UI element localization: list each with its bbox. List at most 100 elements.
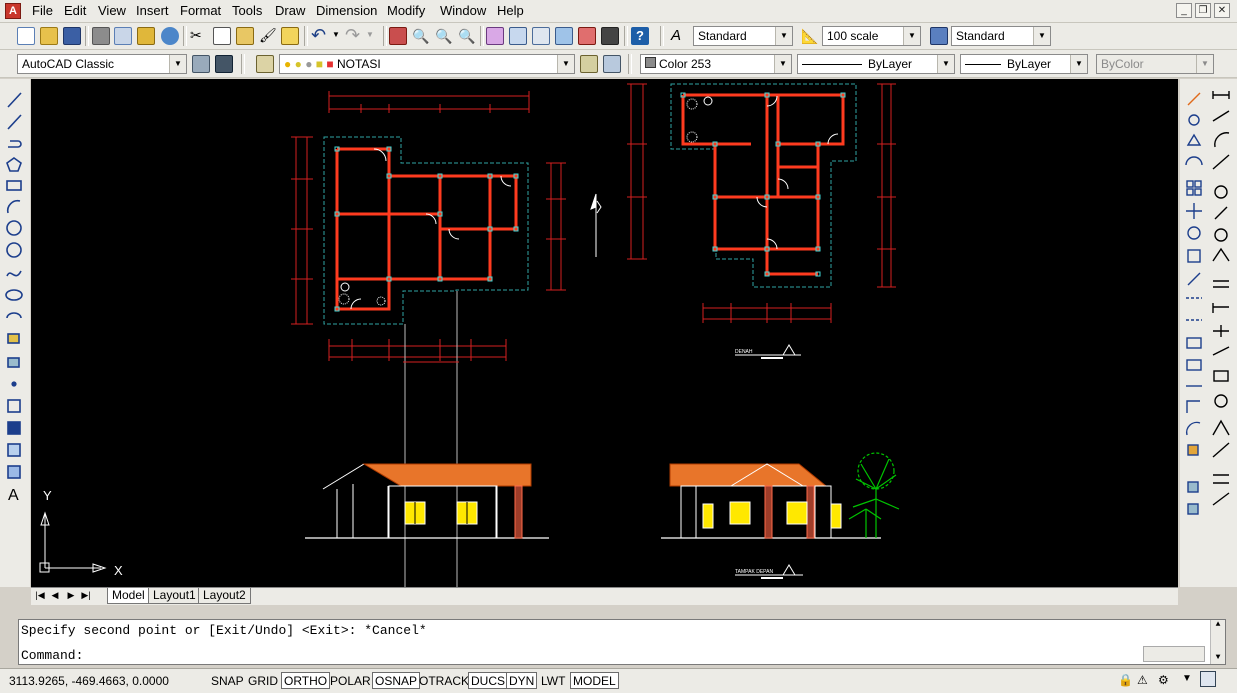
snap-toggle[interactable]: SNAP bbox=[208, 672, 247, 689]
menu-tools[interactable]: Tools bbox=[232, 3, 262, 18]
3d-dwf-icon[interactable] bbox=[161, 27, 179, 45]
table-style-icon[interactable] bbox=[930, 27, 948, 45]
save-icon[interactable] bbox=[63, 27, 81, 45]
coordinates-display[interactable]: 3113.9265, -469.4663, 0.0000 bbox=[4, 672, 204, 689]
help-icon[interactable]: ? bbox=[631, 27, 649, 45]
zoom-realtime-icon[interactable]: 🔍 bbox=[412, 27, 430, 45]
menu-window[interactable]: Window bbox=[440, 3, 486, 18]
model-toggle[interactable]: MODEL bbox=[570, 672, 619, 689]
lightbulb-icon: ● bbox=[284, 57, 292, 71]
publish-icon[interactable] bbox=[137, 27, 155, 45]
workspace-settings-icon[interactable] bbox=[192, 55, 210, 73]
osnap-toggle[interactable]: OSNAP bbox=[372, 672, 421, 689]
circle-icon bbox=[6, 220, 22, 236]
status-menu-icon[interactable]: ▼ bbox=[1182, 673, 1192, 684]
menu-format[interactable]: Format bbox=[180, 3, 221, 18]
draworder-back-icon bbox=[1187, 503, 1199, 515]
ducs-toggle[interactable]: DUCS bbox=[468, 672, 509, 689]
otrack-toggle[interactable]: OTRACK bbox=[416, 672, 472, 689]
menu-draw[interactable]: Draw bbox=[275, 3, 305, 18]
cut-icon[interactable]: ✂ bbox=[190, 27, 208, 45]
tab-layout1[interactable]: Layout1 bbox=[148, 588, 201, 604]
clean-screen-icon[interactable] bbox=[1200, 671, 1216, 687]
menu-modify[interactable]: Modify bbox=[387, 3, 425, 18]
design-center-icon[interactable] bbox=[509, 27, 527, 45]
chevron-down-icon: ▼ bbox=[903, 27, 920, 45]
dimension-style-icon bbox=[1212, 492, 1230, 506]
command-hscroll[interactable] bbox=[1143, 646, 1205, 662]
lock-icon[interactable]: 🔒 bbox=[1118, 673, 1133, 687]
zoom-window-icon[interactable]: 🔍 bbox=[435, 27, 453, 45]
color-select[interactable]: Color 253 ▼ bbox=[640, 54, 792, 74]
dyn-toggle[interactable]: DYN bbox=[506, 672, 538, 689]
restore-icon[interactable]: ❐ bbox=[1195, 3, 1211, 18]
match-properties-icon[interactable]: 🖌 bbox=[259, 27, 277, 45]
text-style-icon[interactable]: A bbox=[671, 27, 689, 45]
pan-realtime-icon[interactable] bbox=[389, 27, 407, 45]
make-current-layer-icon[interactable] bbox=[580, 55, 598, 73]
ortho-toggle[interactable]: ORTHO bbox=[281, 672, 331, 689]
command-prompt[interactable]: Command: bbox=[21, 648, 83, 663]
tool-palettes-icon[interactable] bbox=[532, 27, 550, 45]
layer-properties-icon[interactable] bbox=[256, 55, 274, 73]
table-style-select[interactable]: Standard ▼ bbox=[951, 26, 1051, 46]
open-icon[interactable] bbox=[40, 27, 58, 45]
menu-insert[interactable]: Insert bbox=[136, 3, 169, 18]
zoom-previous-icon[interactable]: 🔍 bbox=[458, 27, 476, 45]
prev-tab-icon[interactable]: ◀ bbox=[48, 589, 62, 602]
horizontal-scrollbar[interactable] bbox=[218, 588, 1178, 603]
save-workspace-icon[interactable] bbox=[215, 55, 233, 73]
arc-length-icon bbox=[1214, 132, 1230, 148]
polygon-icon bbox=[6, 157, 22, 172]
markup-set-manager-icon[interactable] bbox=[578, 27, 596, 45]
lineweight-select[interactable]: ByLayer ▼ bbox=[960, 54, 1088, 74]
text-style-select[interactable]: Standard ▼ bbox=[693, 26, 793, 46]
layer-select[interactable]: ● ● ● ■ ■ NOTASI ▼ bbox=[279, 54, 575, 74]
plot-icon[interactable] bbox=[92, 27, 110, 45]
block-editor-icon[interactable] bbox=[281, 27, 299, 45]
paste-icon[interactable] bbox=[236, 27, 254, 45]
grid-toggle[interactable]: GRID bbox=[245, 672, 281, 689]
communication-center-icon[interactable]: ⚠ bbox=[1137, 673, 1148, 687]
close-icon[interactable]: ✕ bbox=[1214, 3, 1230, 18]
sheet-set-manager-icon[interactable] bbox=[555, 27, 573, 45]
scroll-down-icon[interactable]: ▼ bbox=[1211, 653, 1225, 663]
elevation-right: TAMPAK DEPAN bbox=[661, 452, 900, 579]
tray-settings-icon[interactable]: ⚙ bbox=[1158, 673, 1169, 687]
quickcalc-icon[interactable] bbox=[601, 27, 619, 45]
tolerance-icon bbox=[1213, 370, 1229, 382]
last-tab-icon[interactable]: ▶| bbox=[79, 589, 93, 602]
drawing-canvas[interactable]: DENAH TAMPAK DEPAN Y X bbox=[31, 79, 1178, 587]
menu-help[interactable]: Help bbox=[497, 3, 524, 18]
undo-icon[interactable]: ↶ bbox=[311, 26, 329, 44]
tab-model[interactable]: Model bbox=[107, 588, 150, 604]
properties-icon[interactable] bbox=[486, 27, 504, 45]
dimension-style-icon[interactable]: 📐 bbox=[801, 27, 819, 45]
menu-file[interactable]: File bbox=[32, 3, 53, 18]
first-tab-icon[interactable]: |◀ bbox=[33, 589, 47, 602]
redo-icon[interactable]: ↷ bbox=[345, 26, 363, 44]
menu-dimension[interactable]: Dimension bbox=[316, 3, 377, 18]
menu-edit[interactable]: Edit bbox=[64, 3, 86, 18]
command-scrollbar[interactable]: ▲ ▼ bbox=[1210, 620, 1225, 664]
minimize-icon[interactable]: _ bbox=[1176, 3, 1192, 18]
drawing: DENAH TAMPAK DEPAN Y X bbox=[39, 83, 900, 587]
layer-previous-icon[interactable] bbox=[603, 55, 621, 73]
dimension-style-select[interactable]: 100 scale ▼ bbox=[822, 26, 921, 46]
lineweight-sample bbox=[965, 64, 1001, 66]
lwt-toggle[interactable]: LWT bbox=[538, 672, 568, 689]
polar-toggle[interactable]: POLAR bbox=[327, 672, 374, 689]
next-tab-icon[interactable]: ▶ bbox=[64, 589, 78, 602]
plot-preview-icon[interactable] bbox=[114, 27, 132, 45]
chevron-down-icon: ▼ bbox=[1196, 55, 1213, 73]
menu-view[interactable]: View bbox=[98, 3, 126, 18]
copy-icon[interactable] bbox=[213, 27, 231, 45]
new-icon[interactable] bbox=[17, 27, 35, 45]
redo-dropdown-icon[interactable]: ▼ bbox=[366, 26, 384, 44]
layers-properties-toolbar: AutoCAD Classic ▼ ● ● ● ■ ■ NOTASI ▼ Colo… bbox=[0, 50, 1237, 78]
autocad-app-icon[interactable]: A bbox=[5, 3, 21, 19]
workspace-select[interactable]: AutoCAD Classic ▼ bbox=[17, 54, 187, 74]
linetype-select[interactable]: ByLayer ▼ bbox=[797, 54, 955, 74]
line-icon bbox=[7, 92, 22, 108]
scroll-up-icon[interactable]: ▲ bbox=[1211, 620, 1225, 630]
